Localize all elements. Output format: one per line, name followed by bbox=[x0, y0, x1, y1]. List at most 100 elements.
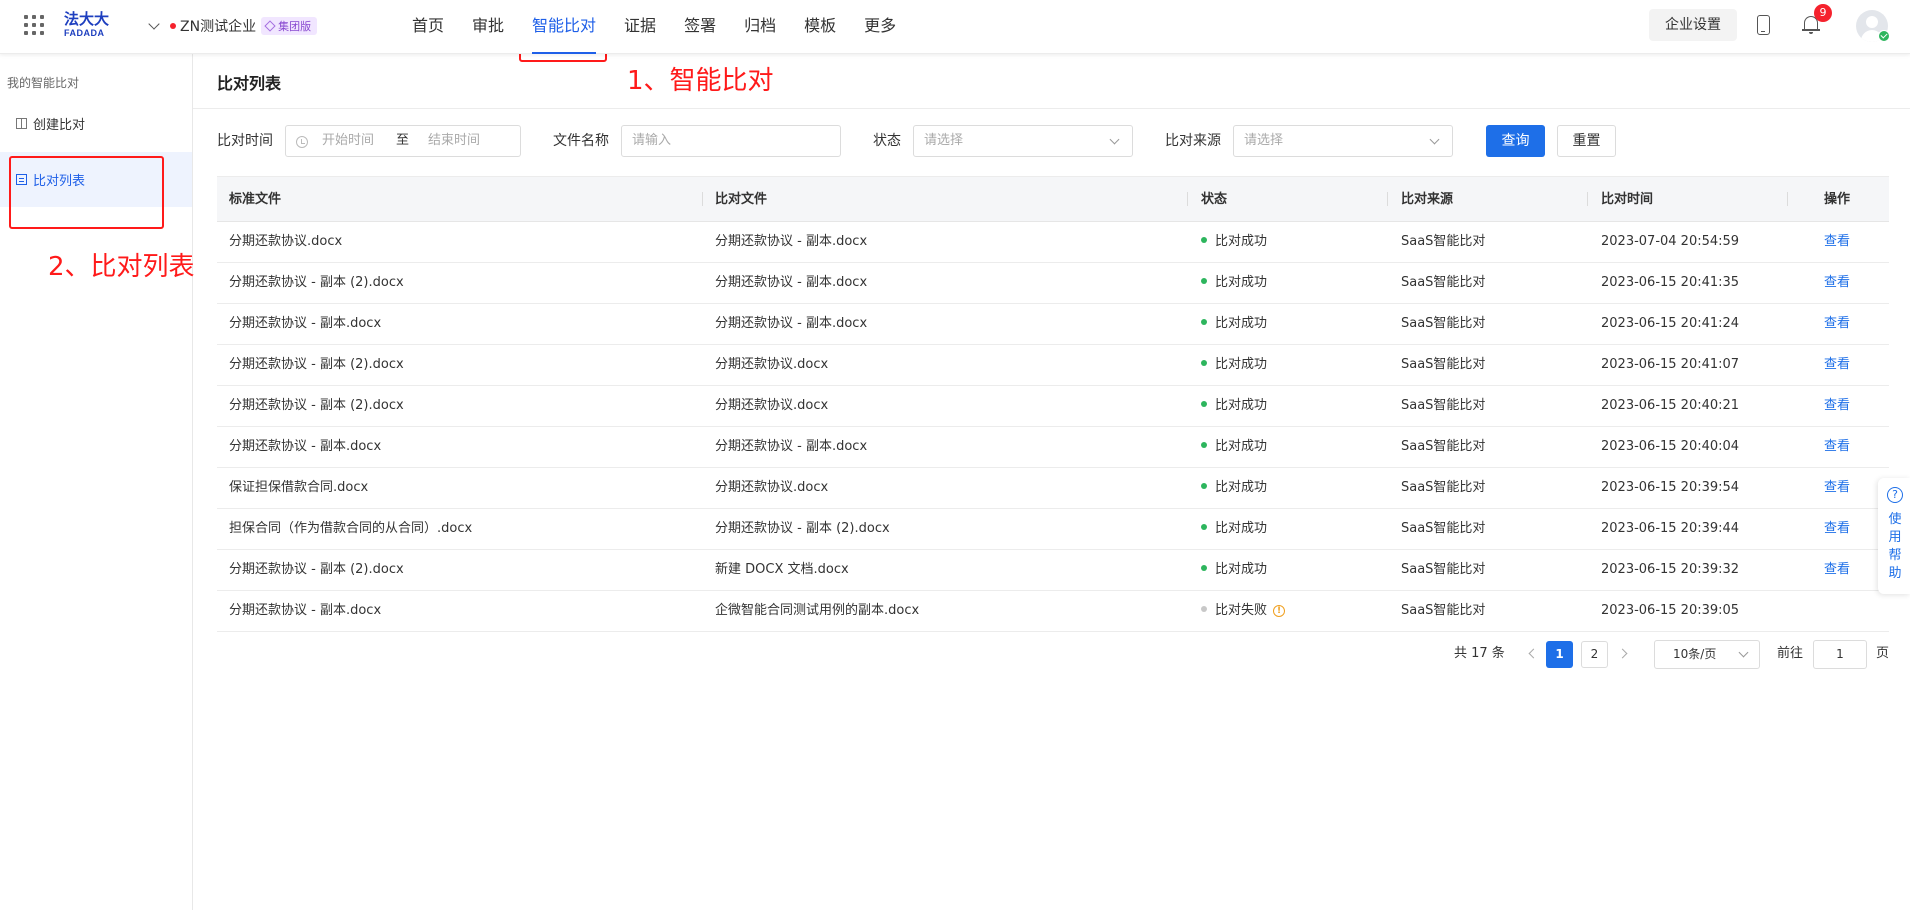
goto-page-input[interactable]: 1 bbox=[1813, 640, 1867, 669]
col-action: 操作 bbox=[1824, 192, 1851, 207]
nav-home[interactable]: 首页 bbox=[412, 0, 444, 54]
filter-source-label: 比对来源 bbox=[1165, 133, 1221, 149]
annotation-step2: 2、比对列表 bbox=[48, 252, 195, 282]
top-header: 法大大 FADADA ZN测试企业 集团版 首页 审批 智能比对 证据 签署 归… bbox=[0, 0, 1910, 54]
nav-smart-compare[interactable]: 智能比对 bbox=[532, 0, 597, 54]
view-link[interactable]: 查看 bbox=[1824, 304, 1850, 344]
cell-standard-file: 担保合同（作为借款合同的从合同）.docx bbox=[229, 521, 473, 536]
logo-text-cn: 法大大 bbox=[64, 10, 110, 28]
help-widget[interactable]: ? 使用帮助 bbox=[1878, 478, 1910, 594]
mobile-icon[interactable] bbox=[1757, 15, 1770, 35]
cell-time: 2023-06-15 20:40:21 bbox=[1601, 398, 1740, 413]
annotation-box-sidebar bbox=[9, 156, 164, 229]
nav-template[interactable]: 模板 bbox=[804, 0, 836, 54]
status-dot bbox=[1201, 278, 1207, 284]
range-separator: 至 bbox=[396, 133, 410, 148]
table-body: 分期还款协议.docx 分期还款协议 - 副本.docx 比对成功 SaaS智能比对 2… bbox=[217, 222, 1889, 632]
status-text: 比对成功 bbox=[1215, 316, 1268, 331]
page-button-1[interactable]: 1 bbox=[1546, 641, 1573, 668]
reset-button[interactable]: 重置 bbox=[1557, 125, 1616, 157]
cell-standard-file: 分期还款协议 - 副本.docx bbox=[229, 316, 382, 331]
status-select[interactable]: 请选择 bbox=[913, 125, 1133, 157]
next-page-icon[interactable] bbox=[1617, 648, 1628, 659]
table-header: 标准文件 比对文件 状态 比对来源 比对时间 操作 bbox=[217, 176, 1889, 222]
diamond-icon bbox=[264, 20, 276, 32]
cell-status: 比对成功 bbox=[1201, 222, 1267, 262]
date-range-picker[interactable]: 开始时间 至 结束时间 bbox=[285, 125, 521, 157]
page-title: 比对列表 bbox=[217, 74, 282, 93]
cell-compare-file: 分期还款协议.docx bbox=[715, 357, 829, 372]
enterprise-settings-button[interactable]: 企业设置 bbox=[1649, 9, 1737, 41]
query-button[interactable]: 查询 bbox=[1486, 125, 1545, 157]
view-link[interactable]: 查看 bbox=[1824, 345, 1850, 385]
table-row: 分期还款协议.docx 分期还款协议 - 副本.docx 比对成功 SaaS智能比对 2… bbox=[217, 222, 1889, 263]
nav-sign[interactable]: 签署 bbox=[684, 0, 716, 54]
page-size-select[interactable]: 10条/页 bbox=[1654, 640, 1760, 669]
cell-status: 比对成功 bbox=[1201, 550, 1267, 590]
status-dot bbox=[1201, 483, 1207, 489]
view-link[interactable]: 查看 bbox=[1824, 386, 1850, 426]
table-row: 分期还款协议 - 副本.docx 企微智能合同测试用例的副本.docx 比对失败! S… bbox=[217, 591, 1889, 632]
nav-more[interactable]: 更多 bbox=[864, 0, 896, 54]
cell-standard-file: 分期还款协议 - 副本.docx bbox=[229, 603, 382, 618]
org-badge-label: 集团版 bbox=[278, 20, 312, 33]
compare-table: 标准文件 比对文件 状态 比对来源 比对时间 操作 分期还款协议.docx 分期还… bbox=[217, 176, 1889, 632]
cell-source: SaaS智能比对 bbox=[1401, 562, 1486, 577]
cell-compare-file: 分期还款协议 - 副本 (2).docx bbox=[715, 521, 890, 536]
nav-archive[interactable]: 归档 bbox=[744, 0, 776, 54]
app-grid-icon[interactable] bbox=[24, 15, 44, 35]
status-text: 比对成功 bbox=[1215, 521, 1268, 536]
org-switcher[interactable]: ZN测试企业 集团版 bbox=[148, 15, 318, 37]
prev-page-icon[interactable] bbox=[1528, 648, 1539, 659]
filter-time-label: 比对时间 bbox=[217, 133, 273, 149]
cell-time: 2023-06-15 20:41:24 bbox=[1601, 316, 1740, 331]
cell-compare-file: 分期还款协议.docx bbox=[715, 480, 829, 495]
cell-source: SaaS智能比对 bbox=[1401, 234, 1486, 249]
view-link[interactable]: 查看 bbox=[1824, 427, 1850, 467]
table-row: 保证担保借款合同.docx 分期还款协议.docx 比对成功 SaaS智能比对 2023… bbox=[217, 468, 1889, 509]
org-name: ZN测试企业 bbox=[180, 19, 257, 35]
cell-time: 2023-06-15 20:39:44 bbox=[1601, 521, 1740, 536]
status-text: 比对成功 bbox=[1215, 439, 1268, 454]
cell-source: SaaS智能比对 bbox=[1401, 480, 1486, 495]
page-suffix: 页 bbox=[1876, 646, 1890, 661]
start-time-placeholder: 开始时间 bbox=[322, 133, 375, 148]
filter-filename-label: 文件名称 bbox=[553, 133, 609, 149]
cell-compare-file: 分期还款协议 - 副本.docx bbox=[715, 234, 868, 249]
source-select-placeholder: 请选择 bbox=[1244, 133, 1284, 148]
end-time-placeholder: 结束时间 bbox=[428, 133, 481, 148]
view-link[interactable]: 查看 bbox=[1824, 468, 1850, 508]
org-status-dot bbox=[170, 23, 176, 29]
warning-icon[interactable]: ! bbox=[1273, 605, 1286, 617]
columns-icon bbox=[16, 118, 27, 129]
cell-status: 比对成功 bbox=[1201, 386, 1267, 426]
chevron-down-icon bbox=[1738, 647, 1749, 658]
col-time: 比对时间 bbox=[1601, 192, 1654, 207]
table-row: 分期还款协议 - 副本 (2).docx 新建 DOCX 文档.docx 比对成功 S… bbox=[217, 550, 1889, 591]
view-link[interactable]: 查看 bbox=[1824, 263, 1850, 303]
filename-input[interactable]: 请输入 bbox=[621, 125, 841, 157]
sidebar-item-create-compare[interactable]: 创建比对 bbox=[0, 96, 192, 151]
nav-evidence[interactable]: 证据 bbox=[624, 0, 656, 54]
status-text: 比对失败 bbox=[1215, 603, 1268, 618]
status-dot bbox=[1201, 360, 1207, 366]
question-icon: ? bbox=[1887, 487, 1903, 503]
org-edition-badge: 集团版 bbox=[261, 17, 318, 35]
status-text: 比对成功 bbox=[1215, 480, 1268, 495]
page-button-2[interactable]: 2 bbox=[1581, 641, 1608, 668]
cell-standard-file: 分期还款协议 - 副本 (2).docx bbox=[229, 398, 404, 413]
cell-status: 比对成功 bbox=[1201, 509, 1267, 549]
verified-check-icon bbox=[1878, 30, 1890, 42]
view-link[interactable]: 查看 bbox=[1824, 222, 1850, 262]
notification-count-badge: 9 bbox=[1814, 4, 1832, 22]
source-select[interactable]: 请选择 bbox=[1233, 125, 1453, 157]
view-link[interactable]: 查看 bbox=[1824, 550, 1850, 590]
cell-time: 2023-06-15 20:39:32 bbox=[1601, 562, 1740, 577]
cell-time: 2023-07-04 20:54:59 bbox=[1601, 234, 1740, 249]
sidebar-section-title: 我的智能比对 bbox=[7, 76, 80, 90]
cell-compare-file: 分期还款协议 - 副本.docx bbox=[715, 275, 868, 290]
view-link[interactable]: 查看 bbox=[1824, 509, 1850, 549]
logo[interactable]: 法大大 FADADA bbox=[64, 11, 116, 41]
col-standard-file: 标准文件 bbox=[229, 192, 282, 207]
nav-approval[interactable]: 审批 bbox=[472, 0, 504, 54]
